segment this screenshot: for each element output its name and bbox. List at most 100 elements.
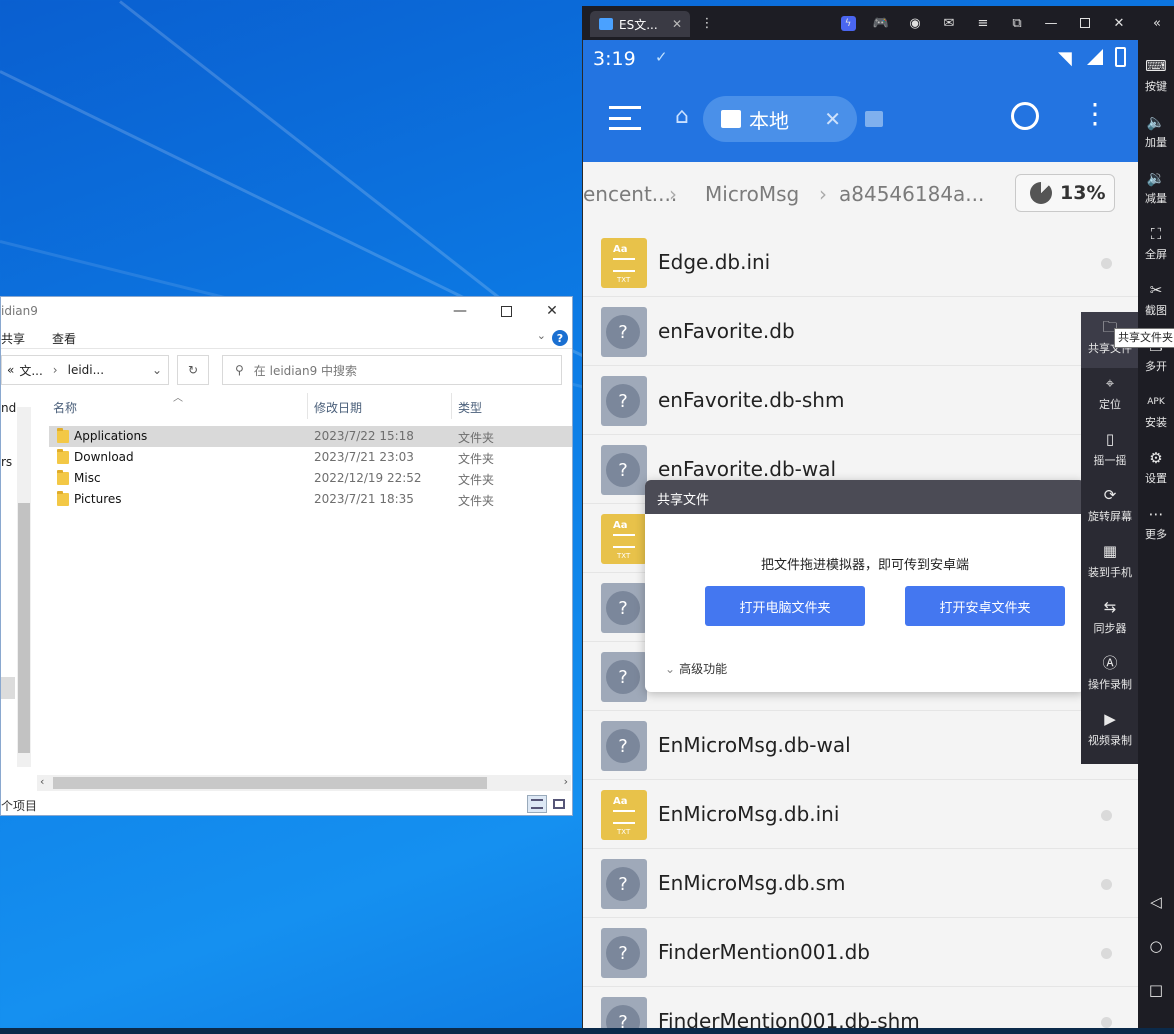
column-modified[interactable]: 修改日期 — [314, 399, 362, 416]
select-dot-icon[interactable] — [1101, 879, 1112, 890]
tab-close-icon[interactable]: ✕ — [672, 17, 682, 31]
subpanel-macro-record[interactable]: Ⓐ 操作录制 — [1081, 648, 1138, 704]
storage-icon[interactable] — [865, 111, 883, 127]
file-row[interactable]: Pictures 2023/7/21 18:35 文件夹 — [49, 489, 572, 510]
list-item[interactable]: Aa TXT EnMicroMsg.db.ini — [583, 780, 1138, 849]
home-button[interactable]: ○ — [1138, 934, 1174, 964]
folder-icon — [57, 428, 69, 443]
column-divider[interactable] — [307, 393, 308, 419]
chevron-down-icon: ⌄ — [665, 662, 676, 676]
collapse-sidebar-icon[interactable]: « — [1140, 6, 1174, 40]
file-name: FinderMention001.db-shm — [658, 1009, 920, 1028]
pill-close-icon[interactable]: ✕ — [824, 107, 841, 131]
ribbon-tab-view[interactable]: 查看 — [52, 330, 76, 347]
location-pill[interactable]: 本地 ✕ — [703, 96, 857, 142]
breadcrumb-item[interactable]: MicroMsg — [705, 182, 799, 206]
refresh-button[interactable]: ↻ — [177, 355, 209, 385]
large-icons-view-button[interactable] — [549, 795, 569, 813]
sidebar-item-install[interactable]: APK 安装 — [1138, 390, 1174, 442]
subpanel-sync[interactable]: ⇆ 同步器 — [1081, 592, 1138, 648]
help-icon[interactable]: ? — [552, 330, 568, 346]
lightning-icon[interactable]: ϟ — [831, 6, 865, 40]
open-pc-folder-button[interactable]: 打开电脑文件夹 — [705, 586, 865, 626]
recents-button[interactable]: □ — [1138, 978, 1174, 1008]
close-button[interactable]: ✕ — [529, 297, 572, 325]
nav-item-selected[interactable] — [1, 677, 15, 699]
ribbon-tab-share[interactable]: 共享 — [1, 330, 25, 347]
sidebar-item-keys[interactable]: ⌨ 按键 — [1138, 54, 1174, 106]
mail-icon[interactable]: ✉ — [932, 6, 966, 40]
maximize-icon[interactable] — [1068, 6, 1102, 40]
file-row[interactable]: Applications 2023/7/22 15:18 文件夹 — [49, 426, 572, 447]
address-path[interactable]: « 文... › leidi... ⌄ — [1, 355, 169, 385]
nav-item[interactable]: rs — [1, 455, 12, 469]
horizontal-scrollbar-thumb[interactable] — [53, 777, 487, 789]
sidebar-item-screenshot[interactable]: ✂ 截图 — [1138, 278, 1174, 330]
list-item[interactable]: ? EnMicroMsg.db.sm — [583, 849, 1138, 918]
advanced-toggle[interactable]: ⌄ 高级功能 — [665, 660, 727, 677]
column-divider[interactable] — [451, 393, 452, 419]
select-dot-icon[interactable] — [1101, 810, 1112, 821]
path-segment[interactable]: 文... — [19, 362, 42, 379]
home-icon[interactable]: ⌂ — [675, 104, 689, 129]
select-dot-icon[interactable] — [1101, 1017, 1112, 1028]
gamepad-icon[interactable]: 🎮 — [864, 6, 898, 40]
list-item[interactable]: ? FinderMention001.db — [583, 918, 1138, 987]
subpanel-install-to-phone[interactable]: ▦ 装到手机 — [1081, 536, 1138, 592]
path-dropdown-icon[interactable]: ⌄ — [152, 363, 162, 377]
sidebar-item-volume-up[interactable]: 🔈 加量 — [1138, 110, 1174, 162]
list-item[interactable]: Aa TXT Edge.db.ini — [583, 228, 1138, 297]
restore-icon[interactable]: ⧉ — [1000, 6, 1034, 40]
list-item[interactable]: ? enFavorite.db — [583, 297, 1138, 366]
select-dot-icon[interactable] — [1101, 258, 1112, 269]
txt-file-icon: Aa TXT — [601, 514, 647, 564]
explorer-body: nd rs ︿ 名称 修改日期 类型 Applications 2023/7/2… — [1, 393, 572, 793]
subpanel-rotate[interactable]: ⟳ 旋转屏幕 — [1081, 480, 1138, 536]
path-overflow-icon[interactable]: « — [7, 363, 14, 377]
tab-menu-icon[interactable]: ⋮ — [690, 6, 724, 40]
subpanel-video-record[interactable]: ▶ 视频录制 — [1081, 704, 1138, 760]
minimize-button[interactable]: — — [437, 297, 483, 325]
path-segment[interactable]: leidi... — [68, 363, 104, 377]
back-button[interactable]: ◁ — [1138, 890, 1174, 920]
more-vert-icon[interactable]: ⋮ — [1081, 100, 1109, 128]
storage-usage-chip[interactable]: 13% — [1015, 174, 1115, 212]
nav-item[interactable]: nd — [1, 401, 16, 415]
open-android-folder-button[interactable]: 打开安卓文件夹 — [905, 586, 1065, 626]
search-icon[interactable] — [1011, 102, 1039, 130]
dialog-title: 共享文件 — [657, 493, 710, 508]
breadcrumb-item[interactable]: a84546184a... — [839, 182, 984, 206]
close-icon[interactable]: ✕ — [1102, 6, 1136, 40]
sidebar-item-volume-down[interactable]: 🔉 减量 — [1138, 166, 1174, 218]
file-row[interactable]: Misc 2022/12/19 22:52 文件夹 — [49, 468, 572, 489]
unknown-file-icon: ? — [601, 583, 647, 633]
column-name[interactable]: 名称 — [53, 399, 77, 416]
search-input[interactable]: ⚲ 在 leidian9 中搜索 — [222, 355, 562, 385]
sidebar-item-more[interactable]: ⋯ 更多 — [1138, 502, 1174, 554]
list-item[interactable]: ? enFavorite.db-shm — [583, 366, 1138, 435]
list-item[interactable]: ? FinderMention001.db-shm — [583, 987, 1138, 1028]
list-item[interactable]: ? EnMicroMsg.db-wal — [583, 711, 1138, 780]
select-dot-icon[interactable] — [1101, 948, 1112, 959]
file-row[interactable]: Download 2023/7/21 23:03 文件夹 — [49, 447, 572, 468]
horizontal-scrollbar[interactable]: ‹ › — [37, 775, 571, 791]
txt-file-icon: Aa TXT — [601, 238, 647, 288]
maximize-button[interactable] — [483, 297, 529, 325]
scroll-left-icon[interactable]: ‹ — [40, 775, 44, 788]
ribbon-expand-icon[interactable]: ⌄ — [537, 329, 546, 342]
menu-icon[interactable]: ≡ — [966, 6, 1000, 40]
user-icon[interactable]: ◉ — [898, 6, 932, 40]
minimize-icon[interactable]: — — [1034, 6, 1068, 40]
column-type[interactable]: 类型 — [458, 399, 482, 416]
breadcrumb-item[interactable]: encent.... — [583, 182, 677, 206]
sidebar-item-fullscreen[interactable]: ⛶ 全屏 — [1138, 222, 1174, 274]
hamburger-menu-icon[interactable] — [609, 106, 641, 130]
scroll-right-icon[interactable]: › — [564, 775, 568, 788]
subpanel-shake[interactable]: ▯ 摇一摇 — [1081, 424, 1138, 480]
sidebar-item-settings[interactable]: ⚙ 设置 — [1138, 446, 1174, 498]
subpanel-location[interactable]: ⌖ 定位 — [1081, 368, 1138, 424]
dialog-header: 共享文件 — [645, 480, 1085, 514]
nav-scrollbar-thumb[interactable] — [18, 503, 30, 753]
emulator-app-tab[interactable]: ES文... ✕ — [590, 11, 690, 37]
details-view-button[interactable] — [527, 795, 547, 813]
